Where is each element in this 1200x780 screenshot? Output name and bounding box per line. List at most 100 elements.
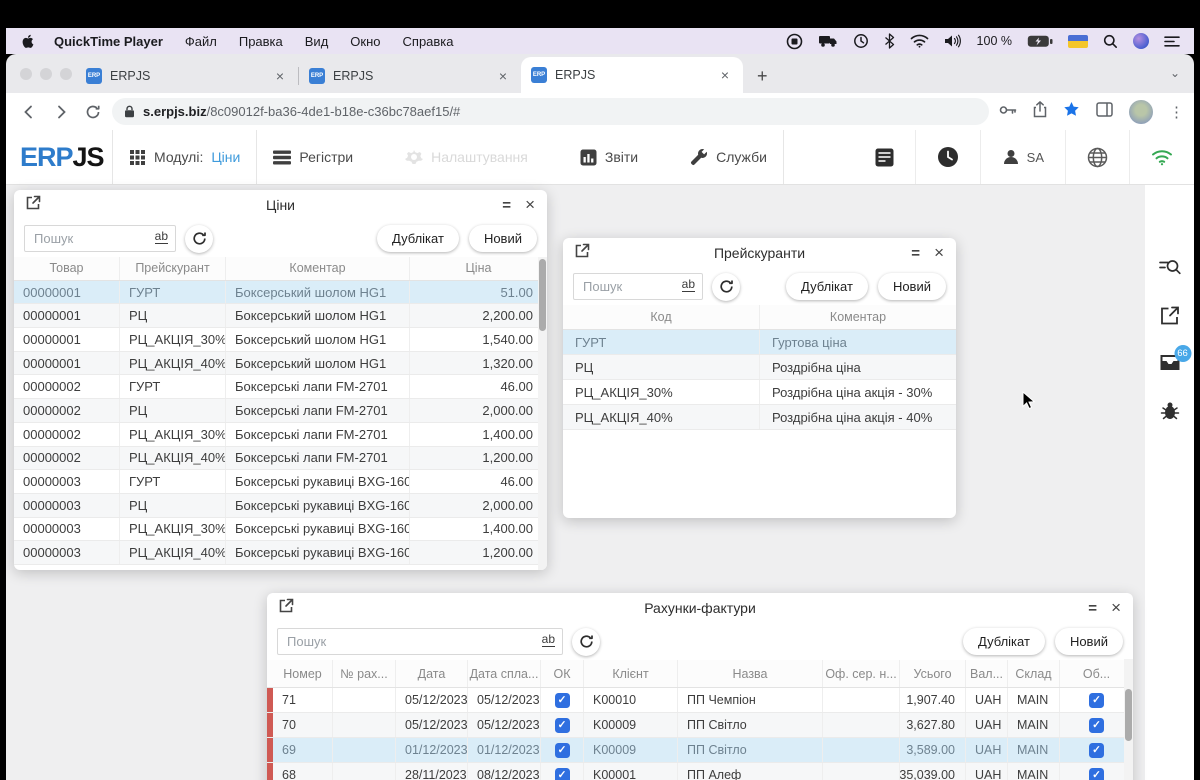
new-button[interactable]: Новий [1055, 628, 1123, 655]
table-row[interactable]: 00000002РЦ_АКЦІЯ_40%Боксерські лапи FM-2… [14, 447, 547, 471]
column-header[interactable]: Склад [1008, 660, 1060, 687]
new-button[interactable]: Новий [469, 225, 537, 252]
tab-close-icon[interactable]: × [495, 68, 511, 84]
table-row[interactable]: 00000002РЦ_АКЦІЯ_30%Боксерські лапи FM-2… [14, 423, 547, 447]
column-header[interactable]: Коментар [226, 257, 410, 280]
table-row[interactable]: РЦ_АКЦІЯ_30%Роздрібна ціна акція - 30% [563, 380, 956, 405]
column-header[interactable]: Назва [678, 660, 823, 687]
column-header[interactable]: Товар [14, 257, 120, 280]
minimize-icon[interactable]: = [502, 197, 511, 214]
table-row[interactable]: 00000003РЦБоксерські рукавиці BXG-16002,… [14, 494, 547, 518]
pricelists-titlebar[interactable]: Прейскуранти =× [563, 238, 956, 268]
browser-tab-2[interactable]: ERP ERPJS × [299, 59, 521, 93]
match-case-toggle[interactable]: ab [542, 633, 555, 647]
table-row[interactable]: 00000002РЦБоксерські лапи FM-27012,000.0… [14, 399, 547, 423]
wifi-icon[interactable] [910, 34, 929, 48]
modules-active-value[interactable]: Ціни [211, 149, 240, 165]
menu-view[interactable]: Вид [305, 34, 329, 49]
new-button[interactable]: Новий [878, 273, 946, 300]
table-row[interactable]: РЦРоздрібна ціна [563, 355, 956, 380]
column-header[interactable]: Дата спла... [468, 660, 541, 687]
column-header[interactable]: Об... [1060, 660, 1133, 687]
close-icon[interactable]: × [1111, 598, 1121, 618]
minimize-icon[interactable]: = [1088, 600, 1097, 617]
back-button[interactable] [16, 99, 42, 125]
menu-edit[interactable]: Правка [239, 34, 283, 49]
column-header[interactable]: Прейскурант [120, 257, 226, 280]
window-traffic-lights[interactable] [20, 68, 72, 80]
volume-icon[interactable] [944, 34, 962, 48]
duplicate-button[interactable]: Дублікат [963, 628, 1045, 655]
table-row[interactable]: РЦ_АКЦІЯ_40%Роздрібна ціна акція - 40% [563, 405, 956, 430]
menubar-app-name[interactable]: QuickTime Player [54, 34, 163, 49]
minimize-icon[interactable]: = [911, 245, 920, 262]
ukraine-flag-icon[interactable] [1068, 35, 1088, 48]
close-icon[interactable]: × [525, 195, 535, 215]
header-news-button[interactable] [854, 130, 915, 184]
table-row[interactable]: 00000001ГУРТБоксерський шолом HG151.00 [14, 281, 547, 305]
checkbox-checked[interactable]: ✓ [555, 693, 570, 708]
column-header[interactable]: Вал... [966, 660, 1008, 687]
table-row[interactable]: 00000001РЦ_АКЦІЯ_40%Боксерський шолом HG… [14, 352, 547, 376]
header-language-button[interactable] [1065, 130, 1129, 184]
checkbox-checked[interactable]: ✓ [1089, 768, 1104, 780]
table-row[interactable]: 6901/12/202301/12/2023✓K00009ПП Світло3,… [267, 738, 1133, 763]
table-row[interactable]: ГУРТГуртова ціна [563, 330, 956, 355]
match-case-toggle[interactable]: ab [155, 230, 168, 244]
menu-window[interactable]: Окно [350, 34, 380, 49]
table-row[interactable]: 6828/11/202308/12/2023✓K00001ПП Алеф35,0… [267, 763, 1133, 780]
column-header[interactable]: № рах... [333, 660, 396, 687]
tab-close-icon[interactable]: × [272, 68, 288, 84]
table-row[interactable]: 00000003ГУРТБоксерські рукавиці BXG-1600… [14, 470, 547, 494]
column-header[interactable]: ОК [541, 660, 584, 687]
rail-open-external-icon[interactable] [1159, 305, 1180, 331]
table-row[interactable]: 7105/12/202305/12/2023✓K00010ПП Чемпіон1… [267, 688, 1133, 713]
column-header[interactable]: Дата [396, 660, 468, 687]
nav-reports[interactable]: Звіти [580, 149, 638, 166]
scrollbar-thumb[interactable] [539, 259, 546, 331]
forward-button[interactable] [48, 99, 74, 125]
checkbox-checked[interactable]: ✓ [1089, 693, 1104, 708]
screen-record-stop-icon[interactable] [786, 33, 803, 50]
table-row[interactable]: 00000001РЦБоксерський шолом HG12,200.00 [14, 304, 547, 328]
invoices-titlebar[interactable]: Рахунки-фактури =× [267, 593, 1133, 623]
time-machine-icon[interactable] [853, 33, 869, 49]
share-icon[interactable] [1033, 101, 1047, 123]
rail-inbox-icon[interactable]: 66 [1158, 353, 1181, 377]
close-icon[interactable]: × [934, 243, 944, 263]
side-panel-icon[interactable] [1096, 102, 1113, 122]
address-bar[interactable]: s.erpjs.biz/8c09012f-ba36-4de1-b18e-c36b… [112, 98, 989, 125]
refresh-button[interactable] [185, 225, 213, 253]
column-header[interactable]: Клієнт [584, 660, 678, 687]
header-user-button[interactable]: SA [980, 130, 1065, 184]
column-header[interactable]: Оф. сер. н... [823, 660, 900, 687]
checkbox-checked[interactable]: ✓ [555, 768, 570, 780]
tab-search-chevron-icon[interactable]: ⌄ [1170, 66, 1180, 80]
tab-close-icon[interactable]: × [717, 67, 733, 83]
checkbox-checked[interactable]: ✓ [1089, 718, 1104, 733]
spotlight-search-icon[interactable] [1103, 34, 1118, 49]
new-tab-button[interactable]: + [757, 66, 768, 87]
control-center-icon[interactable] [1164, 35, 1180, 48]
column-header[interactable]: Ціна [410, 257, 547, 280]
checkbox-checked[interactable]: ✓ [555, 743, 570, 758]
match-case-toggle[interactable]: ab [682, 278, 695, 292]
bookmark-star-icon[interactable] [1063, 101, 1080, 123]
browser-tab-1[interactable]: ERP ERPJS × [76, 59, 298, 93]
battery-icon[interactable] [1027, 35, 1053, 48]
siri-icon[interactable] [1133, 33, 1149, 49]
table-row[interactable]: 00000003РЦ_АКЦІЯ_30%Боксерські рукавиці … [14, 518, 547, 542]
rail-search-filter-icon[interactable] [1159, 258, 1181, 283]
bluetooth-icon[interactable] [884, 33, 895, 49]
refresh-button[interactable] [572, 628, 600, 656]
table-row[interactable]: 00000003РЦ_АКЦІЯ_40%Боксерські рукавиці … [14, 541, 547, 565]
checkbox-checked[interactable]: ✓ [555, 718, 570, 733]
browser-tab-3-active[interactable]: ERP ERPJS × [521, 57, 743, 93]
prices-titlebar[interactable]: Ціни =× [14, 190, 547, 220]
duplicate-button[interactable]: Дублікат [377, 225, 459, 252]
delivery-truck-icon[interactable] [818, 34, 838, 48]
menu-file[interactable]: Файл [185, 34, 217, 49]
nav-services[interactable]: Служби [690, 148, 767, 166]
table-row[interactable]: 7005/12/202305/12/2023✓K00009ПП Світло3,… [267, 713, 1133, 738]
column-header[interactable]: Номер [273, 660, 333, 687]
